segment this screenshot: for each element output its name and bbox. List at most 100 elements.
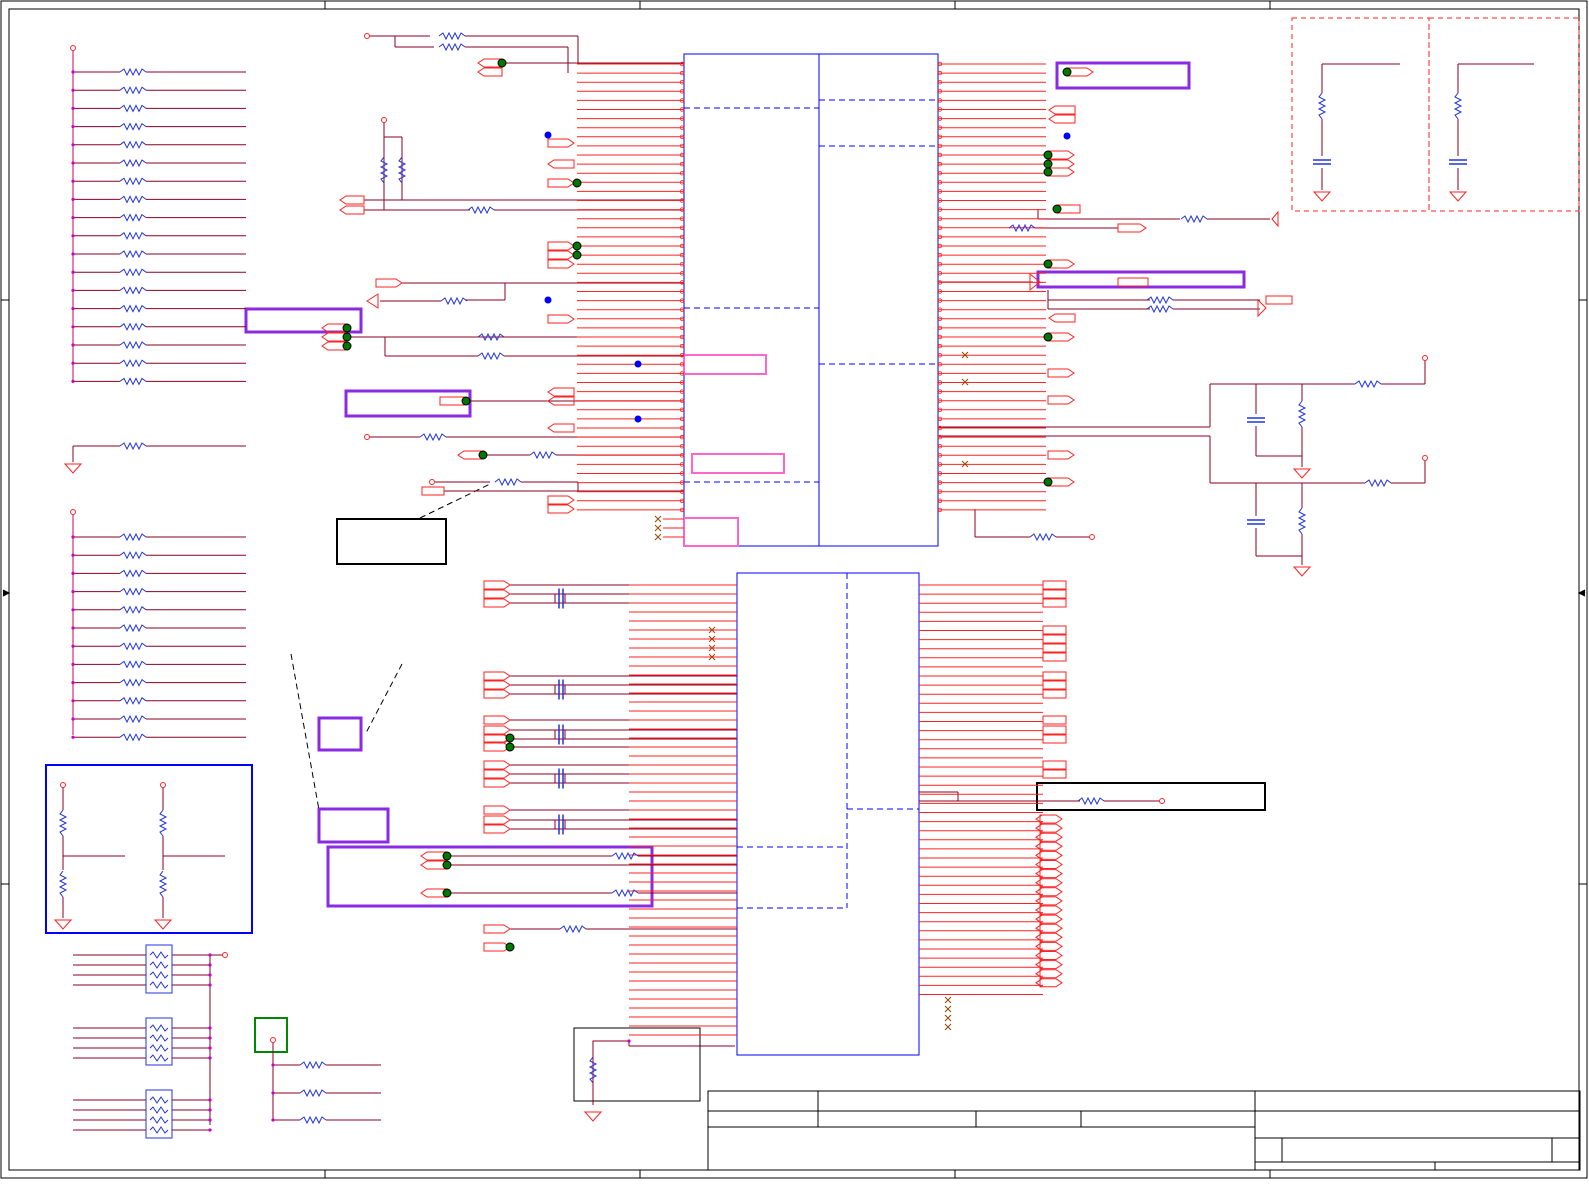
net-dot (1043, 159, 1053, 169)
net-flag (483, 680, 511, 690)
net-flag (1039, 878, 1063, 888)
net-flag (1048, 313, 1076, 323)
resistor (119, 249, 147, 259)
resistor (149, 1044, 169, 1052)
net-dot (1062, 67, 1072, 77)
net-flag (1039, 932, 1063, 942)
ground-symbol (1448, 191, 1468, 202)
power-port (364, 33, 370, 39)
net-dot (342, 341, 352, 351)
junction-dot (544, 131, 552, 139)
net-flag (1039, 832, 1063, 842)
net-flag (547, 259, 575, 269)
pin-dot (71, 535, 75, 539)
pin-dot (208, 973, 212, 977)
net-flag (1039, 923, 1063, 933)
net-dot (572, 178, 582, 188)
net-flag (1048, 105, 1076, 115)
resistor (119, 377, 147, 386)
net-flag (1039, 823, 1063, 833)
net-flag (483, 769, 511, 779)
net-flag (339, 205, 365, 215)
net-flag (547, 250, 575, 260)
pin-dot (71, 735, 75, 739)
resistor (477, 351, 505, 361)
callout-lines (290, 482, 493, 811)
ground-symbol (1292, 468, 1312, 479)
pin-dot (71, 252, 75, 256)
net-flag (1039, 841, 1063, 851)
net-flag (1042, 589, 1067, 599)
net-flag (1042, 769, 1067, 779)
power-port (1422, 455, 1428, 461)
resistor (119, 678, 147, 687)
resistor (119, 231, 147, 240)
resistor (119, 122, 147, 131)
pin-dot (208, 963, 212, 967)
ground-symbol (53, 919, 73, 930)
net-flag (1047, 450, 1075, 460)
resistor (559, 924, 587, 934)
resistor (611, 851, 639, 861)
net-flag (547, 241, 575, 251)
pin-dot (208, 983, 212, 987)
net-dot (497, 58, 507, 68)
resistor (1146, 295, 1174, 305)
resistor (158, 870, 168, 898)
resistor (119, 569, 147, 578)
schematic-sheet (0, 0, 1589, 1180)
pin-dot (208, 1046, 212, 1050)
net-flag (1039, 951, 1063, 960)
pin-dot (71, 179, 75, 183)
pin-dot (71, 717, 75, 721)
resistor (149, 1054, 169, 1062)
net-flag (1039, 969, 1063, 979)
net-flag (421, 486, 445, 496)
pin-dot (71, 125, 75, 129)
resistor (119, 551, 147, 560)
net-flag (1039, 887, 1063, 897)
no-connect-mark (654, 515, 662, 523)
no-connect-mark (654, 524, 662, 532)
net-dot (342, 323, 352, 333)
resistor (494, 477, 522, 487)
ground-symbol (1312, 191, 1332, 202)
resistor (119, 322, 147, 331)
resistors (58, 31, 1463, 1125)
pin-dot (71, 343, 75, 347)
no-connect-mark (944, 996, 952, 1004)
resistor (119, 195, 147, 204)
net-dot (442, 860, 452, 870)
power-port (222, 952, 228, 958)
net-dot (342, 332, 352, 342)
pin-dot (71, 699, 75, 703)
resistor (119, 304, 147, 313)
power-port (429, 479, 435, 485)
no-connect-mark (944, 1023, 952, 1031)
net-flag (483, 760, 511, 770)
net-flag (1042, 652, 1067, 662)
resistor (119, 733, 147, 742)
pin-dot (208, 1128, 212, 1132)
net-flag (1039, 814, 1063, 824)
net-flag (547, 495, 575, 505)
pin-dot (71, 626, 75, 630)
pin-stubs (577, 61, 1046, 1036)
power-port (160, 782, 166, 788)
ground-symbol (1292, 566, 1312, 577)
net-flag (547, 178, 575, 188)
net-flag (483, 805, 511, 815)
power-port (364, 434, 370, 440)
net-flag (321, 341, 347, 351)
net-flag (1039, 978, 1063, 988)
pin-dot (208, 1108, 212, 1112)
resistor (1453, 92, 1463, 120)
net-dot (1052, 204, 1062, 214)
pin-dot (208, 1098, 212, 1102)
resistor (438, 31, 466, 41)
pin-dot (71, 553, 75, 557)
net-flag (1039, 914, 1063, 924)
resistor (58, 870, 68, 898)
net-dots (60, 33, 1428, 1132)
net-flag (1039, 896, 1063, 906)
